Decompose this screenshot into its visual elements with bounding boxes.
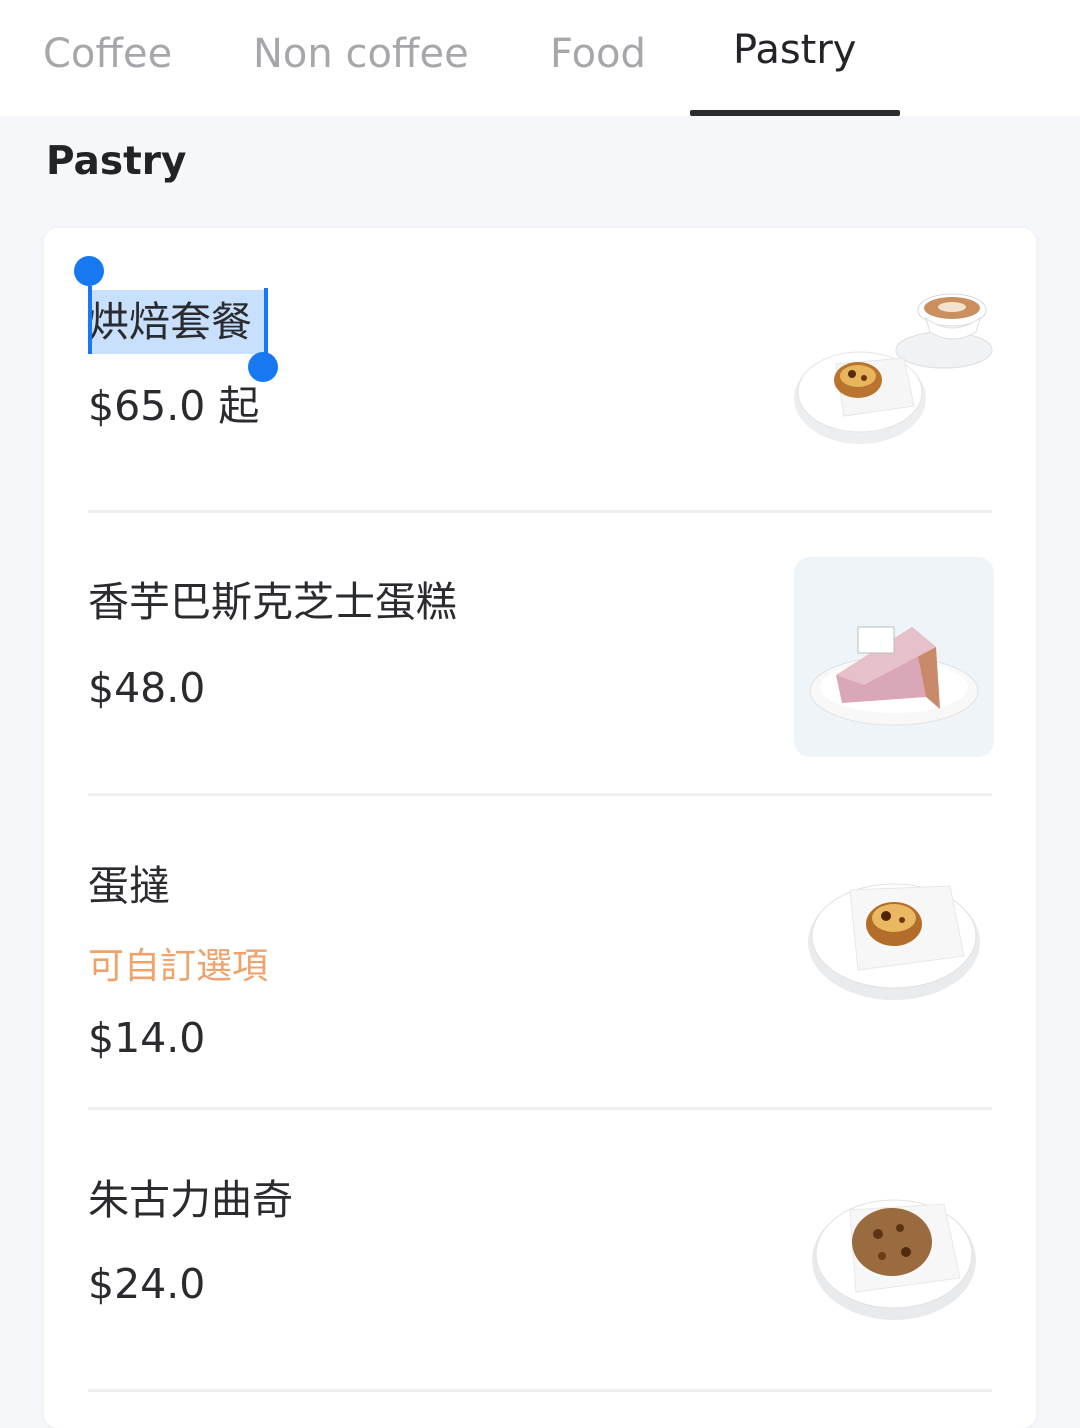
item-name: 香芋巴斯克芝士蛋糕 [88, 578, 457, 626]
item-price: $48.0 [88, 664, 206, 712]
item-price: $14.0 [88, 1014, 206, 1062]
chocolate-cookie-image [812, 1199, 976, 1320]
item-divider [88, 510, 992, 513]
egg-tart-image [808, 883, 980, 1000]
tab-food[interactable]: Food [550, 26, 646, 82]
customizable-badge: 可自訂選項 [88, 946, 269, 987]
tab-coffee[interactable]: Coffee [43, 26, 172, 82]
tab-pastry[interactable]: Pastry [733, 22, 856, 78]
selection-start-handle[interactable] [74, 256, 104, 286]
item-name[interactable]: 烘焙套餐 [88, 294, 252, 350]
item-divider [88, 793, 992, 796]
item-name: 朱古力曲奇 [88, 1176, 293, 1224]
menu-list-card: 烘焙套餐 $65.0 起 香芋巴斯克芝士蛋糕 $48.0 蛋撻 可自訂選項 $1… [44, 228, 1036, 1428]
category-tab-bar: Coffee Non coffee Food Pastry [0, 0, 1080, 116]
item-divider [88, 1389, 992, 1392]
egg-tart-and-latte-image [794, 293, 993, 444]
tab-non-coffee[interactable]: Non coffee [253, 26, 469, 82]
item-price: $24.0 [88, 1260, 206, 1308]
taro-cheesecake-image [794, 557, 994, 757]
item-name: 蛋撻 [88, 862, 170, 910]
selection-end-caret [264, 288, 268, 356]
active-tab-indicator [690, 110, 900, 116]
item-divider [88, 1107, 992, 1110]
selection-start-caret [88, 286, 92, 354]
section-title: Pastry [46, 139, 187, 184]
item-price: $65.0 起 [88, 382, 260, 430]
